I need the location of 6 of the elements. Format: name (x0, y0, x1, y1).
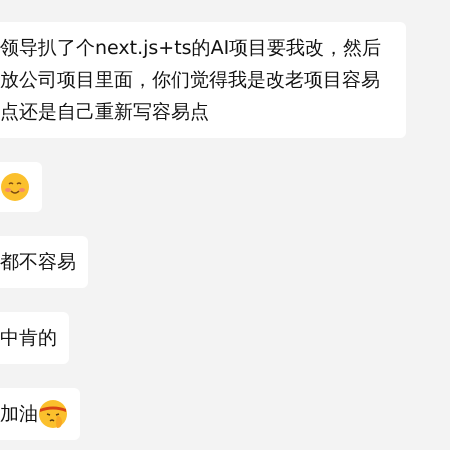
message-text: 加油 (0, 402, 38, 427)
message-text: 都不容易 (0, 250, 76, 275)
smiling-face-icon (0, 172, 30, 202)
message-text: 中肯的 (0, 326, 57, 351)
message-text: 领导扒了个next.js+ts的AI项目要我改，然后放公司项目里面，你们觉得我是改老项目容易点还是自己重新写容易点 (0, 36, 382, 125)
headband-face-icon (38, 399, 68, 429)
